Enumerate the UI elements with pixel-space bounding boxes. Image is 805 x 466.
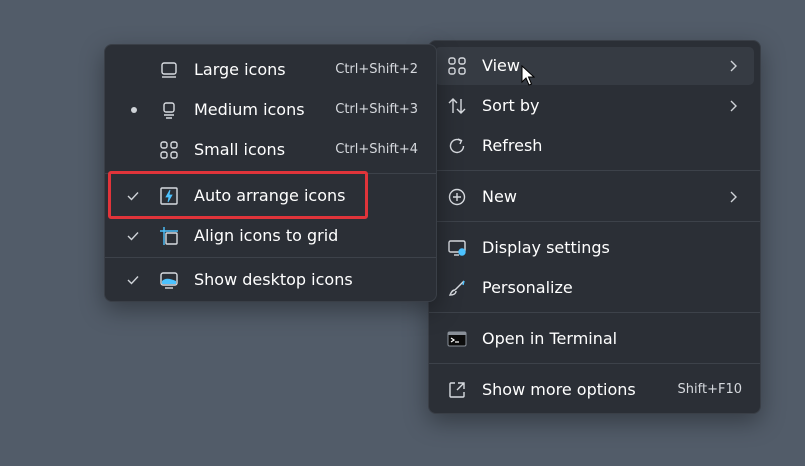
submenu-item-medium-icons[interactable]: Medium icons Ctrl+Shift+3 (111, 91, 430, 129)
submenu-item-align-icons-to-grid[interactable]: Align icons to grid (111, 217, 430, 255)
small-icons-icon (160, 141, 178, 159)
menu-item-personalize[interactable]: Personalize (435, 269, 754, 307)
checkmark-icon (127, 276, 139, 285)
desktop-icons-icon (160, 272, 178, 289)
submenu-item-shortcut: Ctrl+Shift+4 (335, 142, 418, 157)
submenu-item-shortcut: Ctrl+Shift+2 (335, 62, 418, 77)
plus-circle-icon (448, 188, 466, 206)
submenu-item-label: Medium icons (194, 100, 305, 119)
refresh-icon (449, 138, 465, 154)
medium-icons-icon (163, 102, 175, 119)
menu-separator (429, 221, 760, 222)
menu-separator (429, 363, 760, 364)
mouse-cursor-icon (521, 65, 535, 86)
menu-item-sort-by[interactable]: Sort by (435, 87, 754, 125)
menu-item-label: New (482, 187, 517, 206)
submenu-separator (105, 173, 436, 174)
sort-icon (448, 98, 466, 114)
chevron-right-icon (730, 191, 737, 203)
menu-separator (429, 170, 760, 171)
align-grid-icon (160, 227, 178, 245)
view-submenu: Large icons Ctrl+Shift+2 Medium icons Ct… (104, 44, 437, 302)
expand-icon (449, 382, 465, 398)
selected-dot-icon (131, 107, 137, 113)
submenu-item-small-icons[interactable]: Small icons Ctrl+Shift+4 (111, 131, 430, 169)
menu-item-view[interactable]: View (435, 47, 754, 85)
submenu-item-label: Large icons (194, 60, 286, 79)
menu-item-label: Refresh (482, 136, 543, 155)
submenu-item-label: Align icons to grid (194, 226, 339, 245)
grid-icon (448, 57, 466, 75)
menu-item-refresh[interactable]: Refresh (435, 127, 754, 165)
menu-item-label: Open in Terminal (482, 329, 618, 348)
menu-item-show-more-options[interactable]: Show more options Shift+F10 (435, 371, 754, 409)
submenu-separator (105, 257, 436, 258)
menu-item-label: Display settings (482, 238, 610, 257)
menu-separator (429, 312, 760, 313)
submenu-item-label: Auto arrange icons (194, 186, 346, 205)
chevron-right-icon (730, 100, 737, 112)
checkmark-icon (127, 192, 139, 201)
menu-item-open-in-terminal[interactable]: Open in Terminal (435, 320, 754, 358)
large-icons-icon (161, 62, 177, 78)
menu-item-label: Show more options (482, 380, 636, 399)
submenu-item-large-icons[interactable]: Large icons Ctrl+Shift+2 (111, 51, 430, 89)
submenu-item-auto-arrange-icons[interactable]: Auto arrange icons (111, 177, 430, 215)
menu-item-label: Personalize (482, 278, 573, 297)
checkmark-icon (127, 232, 139, 241)
menu-item-label: View (482, 56, 520, 75)
display-settings-icon (448, 240, 466, 256)
menu-item-display-settings[interactable]: Display settings (435, 229, 754, 267)
terminal-icon (447, 331, 467, 347)
auto-arrange-icon (160, 187, 178, 205)
menu-item-label: Sort by (482, 96, 540, 115)
desktop-context-menu: View Sort by Refresh New Display setting… (428, 40, 761, 414)
submenu-item-shortcut: Ctrl+Shift+3 (335, 102, 418, 117)
menu-item-new[interactable]: New (435, 178, 754, 216)
submenu-item-label: Small icons (194, 140, 286, 159)
submenu-item-label: Show desktop icons (194, 270, 353, 289)
brush-icon (448, 280, 465, 296)
menu-item-shortcut: Shift+F10 (677, 382, 742, 397)
chevron-right-icon (730, 60, 737, 72)
submenu-item-show-desktop-icons[interactable]: Show desktop icons (111, 261, 430, 299)
